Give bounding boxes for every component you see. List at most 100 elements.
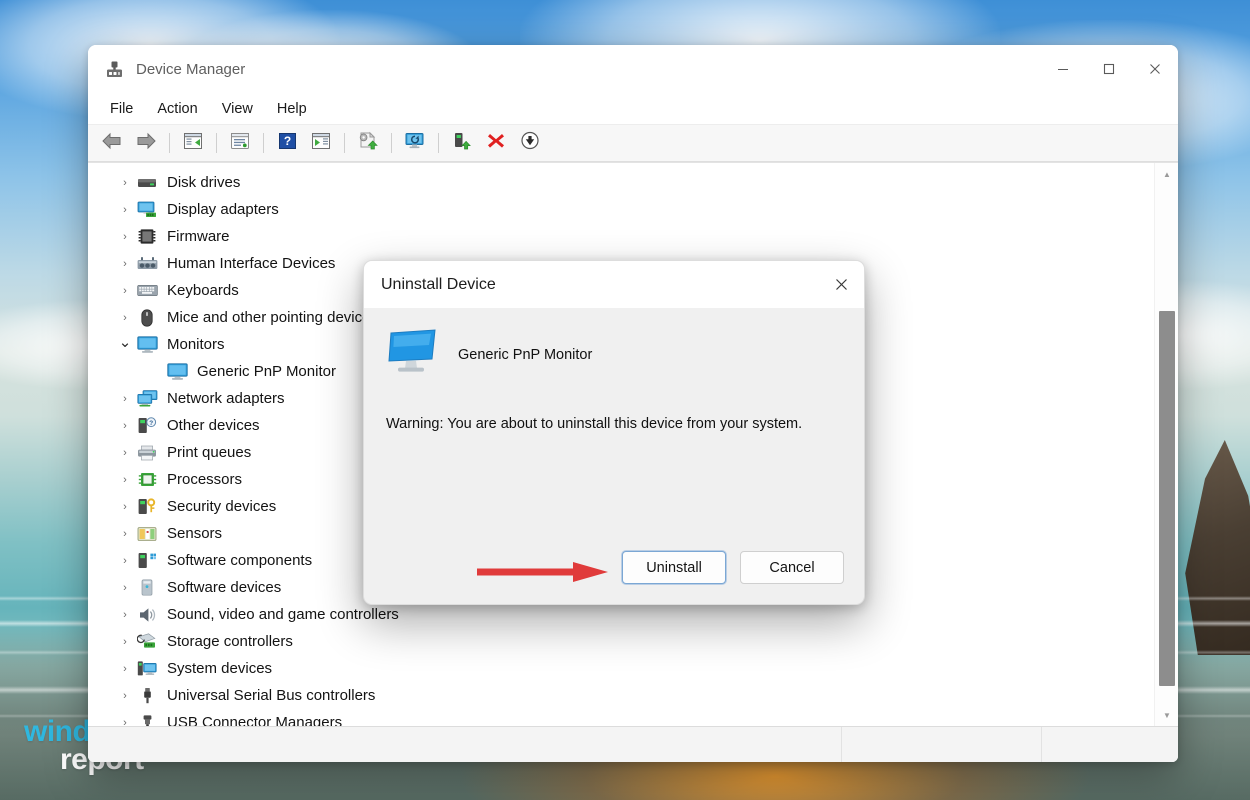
tree-item-label: Processors (167, 472, 242, 487)
storage-controller-icon (136, 633, 158, 651)
close-button[interactable] (1132, 45, 1178, 93)
tree-item-label: Print queues (167, 445, 251, 460)
back-button[interactable] (96, 128, 128, 158)
scan-for-hardware-changes-button[interactable] (399, 128, 431, 158)
uninstall-device-button[interactable] (480, 128, 512, 158)
chevron-right-icon[interactable]: › (116, 690, 134, 702)
statusbar-cell-main (88, 727, 842, 763)
chevron-right-icon[interactable]: › (116, 420, 134, 432)
chevron-right-icon[interactable]: › (116, 285, 134, 297)
tree-item[interactable]: › Display adapters (88, 196, 1154, 223)
statusbar-cell-3 (1042, 727, 1178, 763)
chevron-right-icon[interactable]: › (116, 312, 134, 324)
dialog-warning-text: Warning: You are about to uninstall this… (386, 416, 842, 432)
chevron-right-icon[interactable]: › (116, 501, 134, 513)
chevron-right-icon[interactable]: › (116, 717, 134, 727)
sound-icon (136, 606, 158, 624)
scan-for-hardware-changes-icon (404, 131, 426, 155)
window-controls (1040, 45, 1178, 93)
other-device-icon: ? (136, 417, 158, 435)
toolbar-separator (169, 133, 170, 153)
processor-icon (136, 471, 158, 489)
scrollbar-thumb[interactable] (1159, 311, 1175, 686)
menu-item-help[interactable]: Help (265, 97, 319, 121)
toolbar-separator (391, 133, 392, 153)
chevron-right-icon[interactable]: › (116, 474, 134, 486)
chevron-right-icon[interactable]: › (116, 555, 134, 567)
tree-item[interactable]: ›Storage controllers (88, 628, 1154, 655)
tree-item[interactable]: ›System devices (88, 655, 1154, 682)
tree-item-label: Software components (167, 553, 312, 568)
chevron-down-icon[interactable]: ⌄ (116, 333, 134, 351)
dialog-body: Generic PnP Monitor Warning: You are abo… (364, 308, 864, 604)
tree-item-label: Sound, video and game controllers (167, 607, 399, 622)
tree-item-label: Display adapters (167, 202, 279, 217)
tree-item[interactable]: › Universal Serial Bus controllers (88, 682, 1154, 709)
chevron-right-icon[interactable]: › (116, 231, 134, 243)
statusbar (88, 726, 1178, 762)
window-titlebar: Device Manager (88, 45, 1178, 93)
maximize-button[interactable] (1086, 45, 1132, 93)
toolbar: ? (88, 125, 1178, 162)
show-hide-action-pane-button[interactable] (305, 128, 337, 158)
tree-item-label: Mice and other pointing devices (167, 310, 378, 325)
tree-item-label: Firmware (167, 229, 230, 244)
svg-text:?: ? (149, 420, 153, 427)
menu-item-action[interactable]: Action (145, 97, 209, 121)
chevron-right-icon[interactable]: › (116, 528, 134, 540)
disable-device-button[interactable] (514, 128, 546, 158)
menu-item-view[interactable]: View (210, 97, 265, 121)
update-driver-button[interactable] (352, 128, 384, 158)
menu-item-file[interactable]: File (98, 97, 145, 121)
minimize-button[interactable] (1040, 45, 1086, 93)
software-component-icon (136, 552, 158, 570)
scroll-up-arrow-icon[interactable]: ▲ (1155, 165, 1178, 183)
help-button[interactable]: ? (271, 128, 303, 158)
properties-button[interactable] (224, 128, 256, 158)
chevron-right-icon[interactable]: › (116, 258, 134, 270)
tree-item[interactable]: › Disk drives (88, 169, 1154, 196)
chevron-right-icon[interactable]: › (116, 204, 134, 216)
tree-item-label: Universal Serial Bus controllers (167, 688, 375, 703)
disable-device-icon (520, 131, 540, 155)
uninstall-button[interactable]: Uninstall (622, 551, 726, 584)
tree-item[interactable]: › Sound, video and game controllers (88, 601, 1154, 628)
tree-item-label: Security devices (167, 499, 276, 514)
toolbar-separator (438, 133, 439, 153)
chevron-right-icon[interactable]: › (116, 177, 134, 189)
update-driver-icon (357, 131, 379, 155)
security-device-icon (136, 498, 158, 516)
forward-button[interactable] (130, 128, 162, 158)
chevron-right-icon[interactable]: › (116, 636, 134, 648)
tree-item-label: Disk drives (167, 175, 240, 190)
dialog-title: Uninstall Device (381, 276, 496, 294)
tree-item[interactable]: › Firmware (88, 223, 1154, 250)
vertical-scrollbar[interactable]: ▲ ▼ (1154, 163, 1178, 726)
tree-item[interactable]: ›USB Connector Managers (88, 709, 1154, 726)
device-manager-icon (104, 59, 124, 79)
scroll-down-arrow-icon[interactable]: ▼ (1155, 706, 1178, 724)
dialog-device-row: Generic PnP Monitor (386, 329, 842, 380)
back-icon (101, 132, 123, 155)
tree-item-label: Human Interface Devices (167, 256, 335, 271)
tree-item-label: Software devices (167, 580, 281, 595)
disk-drive-icon (136, 174, 158, 192)
chevron-right-icon[interactable]: › (116, 447, 134, 459)
enable-device-icon (452, 131, 472, 155)
dialog-titlebar: Uninstall Device (364, 261, 864, 308)
help-icon: ? (278, 132, 297, 155)
toolbar-separator (263, 133, 264, 153)
chevron-right-icon[interactable]: › (116, 393, 134, 405)
uninstall-device-icon (486, 131, 506, 155)
tree-item-label: Generic PnP Monitor (197, 364, 336, 379)
dialog-close-button[interactable] (818, 261, 864, 308)
firmware-icon (136, 228, 158, 246)
tree-item-label: Monitors (167, 337, 225, 352)
cancel-button[interactable]: Cancel (740, 551, 844, 584)
show-hide-console-tree-button[interactable] (177, 128, 209, 158)
chevron-right-icon[interactable]: › (116, 582, 134, 594)
usb-connector-icon (136, 714, 158, 727)
chevron-right-icon[interactable]: › (116, 663, 134, 675)
enable-device-button[interactable] (446, 128, 478, 158)
chevron-right-icon[interactable]: › (116, 609, 134, 621)
